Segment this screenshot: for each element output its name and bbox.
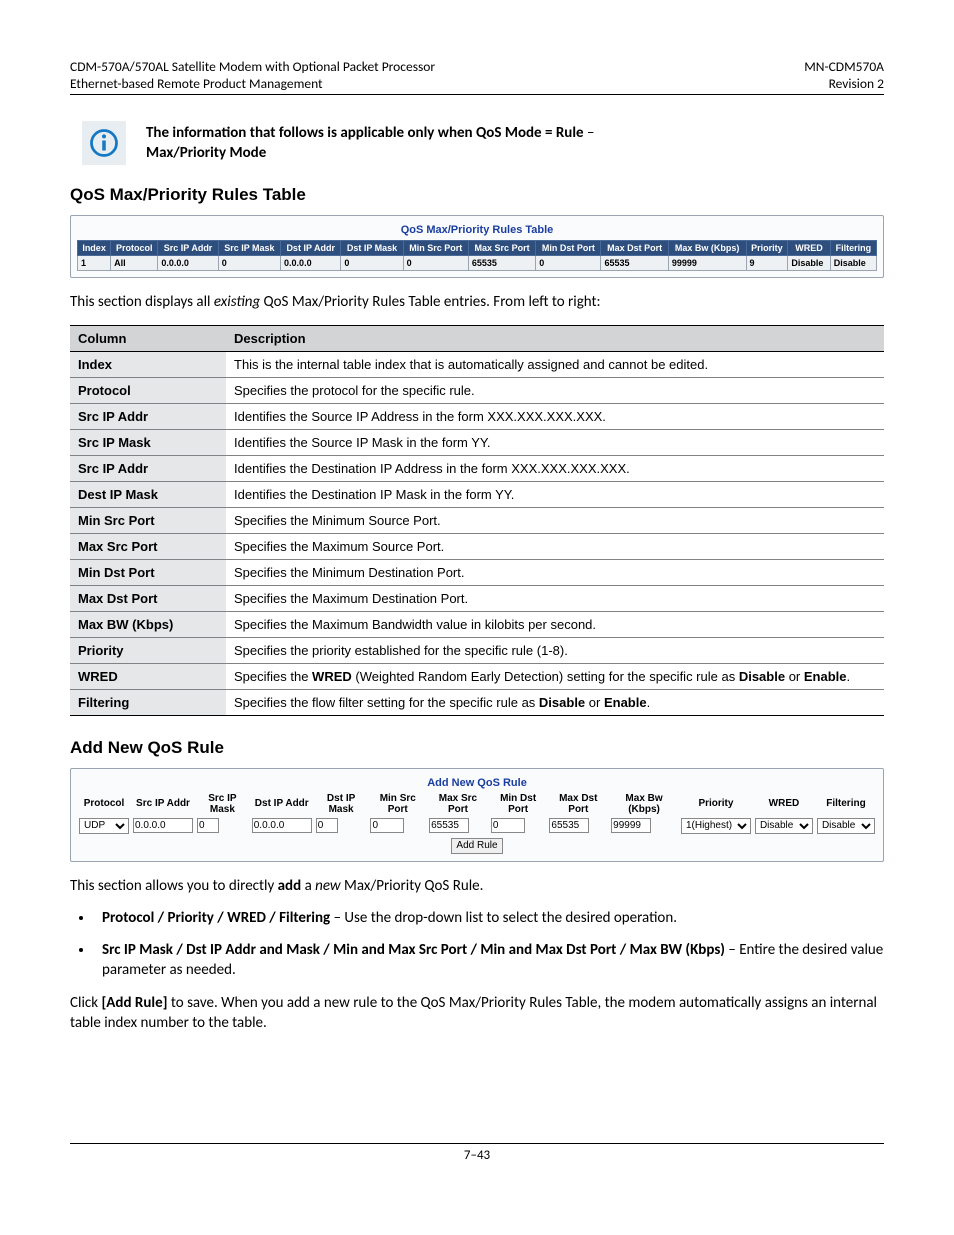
add-panel-title: Add New QoS Rule <box>77 775 877 793</box>
list-item: Protocol / Priority / WRED / Filtering –… <box>94 908 884 928</box>
add-rule-form: Protocol Src IP Addr Src IP Mask Dst IP … <box>77 793 877 855</box>
coldesc-head-description: Description <box>226 325 884 351</box>
max-bw-input[interactable] <box>611 818 651 833</box>
dst-ip-input[interactable] <box>252 818 312 833</box>
column-description-table: Column Description IndexThis is the inte… <box>70 325 884 716</box>
callout-line1a: The information that follows is applicab… <box>146 124 584 142</box>
max-src-port-input[interactable] <box>429 818 469 833</box>
col-minsrc: Min Src Port <box>403 241 468 256</box>
intro-paragraph-2: This section allows you to directly add … <box>70 876 884 896</box>
wred-select[interactable]: Disable <box>755 818 813 834</box>
priority-select[interactable]: 1(Highest) <box>681 818 751 834</box>
intro-paragraph-1: This section displays all existing QoS M… <box>70 292 884 312</box>
info-text: The information that follows is applicab… <box>146 121 594 164</box>
col-maxdst: Max Dst Port <box>601 241 668 256</box>
col-protocol: Protocol <box>111 241 158 256</box>
min-dst-port-input[interactable] <box>491 818 525 833</box>
qos-rules-table: Index Protocol Src IP Addr Src IP Mask D… <box>77 240 877 271</box>
col-index: Index <box>78 241 111 256</box>
qos-panel-title: QoS Max/Priority Rules Table <box>77 222 877 240</box>
table-row: Src IP AddrIdentifies the Destination IP… <box>70 455 884 481</box>
table-row: Filtering Specifies the flow filter sett… <box>70 689 884 715</box>
header-left-2: Ethernet-based Remote Product Management <box>70 75 323 92</box>
min-src-port-input[interactable] <box>370 818 404 833</box>
col-dstip: Dst IP Addr <box>281 241 341 256</box>
col-priority: Priority <box>746 241 788 256</box>
section-add-rule: Add New QoS Rule <box>70 738 884 758</box>
add-rule-panel: Add New QoS Rule Protocol Src IP Addr Sr… <box>70 768 884 862</box>
instruction-list: Protocol / Priority / WRED / Filtering –… <box>94 908 884 981</box>
table-row: Dest IP MaskIdentifies the Destination I… <box>70 481 884 507</box>
add-rule-button[interactable]: Add Rule <box>451 838 502 854</box>
table-row: Src IP AddrIdentifies the Source IP Addr… <box>70 403 884 429</box>
col-mindst: Min Dst Port <box>536 241 601 256</box>
table-row: PrioritySpecifies the priority establish… <box>70 637 884 663</box>
table-row: IndexThis is the internal table index th… <box>70 351 884 377</box>
col-srcip: Src IP Addr <box>158 241 218 256</box>
table-row: WRED Specifies the WRED (Weighted Random… <box>70 663 884 689</box>
section-qos-table: QoS Max/Priority Rules Table <box>70 185 884 205</box>
table-row: Src IP MaskIdentifies the Source IP Mask… <box>70 429 884 455</box>
coldesc-head-column: Column <box>70 325 226 351</box>
src-mask-input[interactable] <box>197 818 219 833</box>
closing-paragraph: Click [Add Rule] to save. When you add a… <box>70 993 884 1034</box>
table-row: Min Src PortSpecifies the Minimum Source… <box>70 507 884 533</box>
max-dst-port-input[interactable] <box>549 818 589 833</box>
info-icon <box>82 121 126 165</box>
list-item: Src IP Mask / Dst IP Addr and Mask / Min… <box>94 940 884 981</box>
table-row: Min Dst PortSpecifies the Minimum Destin… <box>70 559 884 585</box>
header-right-1: MN-CDM570A <box>804 58 884 75</box>
filtering-select[interactable]: Disable <box>817 818 875 834</box>
page-header: CDM-570A/570AL Satellite Modem with Opti… <box>70 58 884 95</box>
protocol-select[interactable]: UDP <box>79 818 129 834</box>
col-dstmask: Dst IP Mask <box>341 241 403 256</box>
page-footer: 7–43 <box>70 1143 884 1163</box>
src-ip-input[interactable] <box>133 818 193 833</box>
page-number: 7–43 <box>464 1148 490 1163</box>
col-wred: WRED <box>788 241 830 256</box>
col-maxsrc: Max Src Port <box>468 241 535 256</box>
table-row: Max Dst PortSpecifies the Maximum Destin… <box>70 585 884 611</box>
table-row: 1 All 0.0.0.0 0 0.0.0.0 0 0 65535 0 6553… <box>78 256 877 271</box>
table-row: Max BW (Kbps)Specifies the Maximum Bandw… <box>70 611 884 637</box>
header-right-2: Revision 2 <box>829 75 884 92</box>
qos-rules-panel: QoS Max/Priority Rules Table Index Proto… <box>70 215 884 278</box>
dst-mask-input[interactable] <box>316 818 338 833</box>
info-callout: The information that follows is applicab… <box>82 121 884 165</box>
callout-line2: Max/Priority Mode <box>146 144 266 162</box>
header-left-1: CDM-570A/570AL Satellite Modem with Opti… <box>70 58 435 75</box>
table-row: ProtocolSpecifies the protocol for the s… <box>70 377 884 403</box>
col-filtering: Filtering <box>830 241 876 256</box>
col-maxbw: Max Bw (Kbps) <box>668 241 746 256</box>
col-srcmask: Src IP Mask <box>218 241 280 256</box>
table-row: Max Src PortSpecifies the Maximum Source… <box>70 533 884 559</box>
